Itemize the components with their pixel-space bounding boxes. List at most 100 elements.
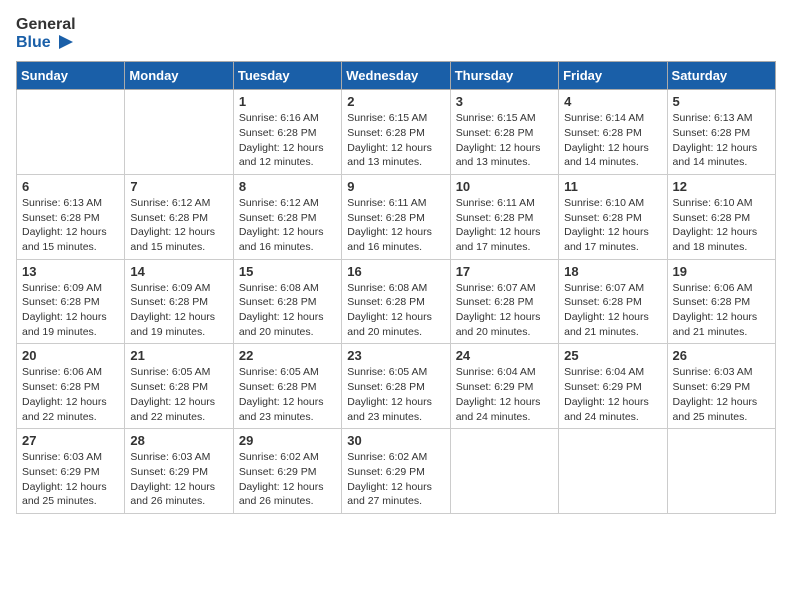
day-number: 9 [347,179,444,194]
calendar-cell: 26Sunrise: 6:03 AMSunset: 6:29 PMDayligh… [667,344,775,429]
day-number: 4 [564,94,661,109]
day-info: Sunrise: 6:04 AMSunset: 6:29 PMDaylight:… [456,365,553,424]
header: General Blue [16,16,776,51]
day-number: 28 [130,433,227,448]
day-info: Sunrise: 6:05 AMSunset: 6:28 PMDaylight:… [130,365,227,424]
day-info: Sunrise: 6:13 AMSunset: 6:28 PMDaylight:… [22,196,119,255]
calendar-cell: 13Sunrise: 6:09 AMSunset: 6:28 PMDayligh… [17,259,125,344]
day-number: 22 [239,348,336,363]
calendar-cell [125,90,233,175]
day-info: Sunrise: 6:02 AMSunset: 6:29 PMDaylight:… [239,450,336,509]
calendar-cell: 20 Sunrise: 6:06 AMSunset: 6:28 PMDayligh… [17,344,125,429]
calendar-cell: 19Sunrise: 6:06 AMSunset: 6:28 PMDayligh… [667,259,775,344]
calendar-week-row: 6 Sunrise: 6:13 AMSunset: 6:28 PMDaylight… [17,174,776,259]
calendar-cell [450,429,558,514]
day-info: Sunrise: 6:15 AMSunset: 6:28 PMDaylight:… [456,111,553,170]
day-number: 25 [564,348,661,363]
weekday-header-saturday: Saturday [667,62,775,90]
calendar-cell: 25 Sunrise: 6:04 AMSunset: 6:29 PMDayligh… [559,344,667,429]
day-info: Sunrise: 6:07 AMSunset: 6:28 PMDaylight:… [564,281,661,340]
day-number: 3 [456,94,553,109]
day-info: Sunrise: 6:11 AMSunset: 6:28 PMDaylight:… [347,196,444,255]
day-number: 1 [239,94,336,109]
day-number: 11 [564,179,661,194]
day-number: 18 [564,264,661,279]
day-number: 26 [673,348,770,363]
calendar-cell: 15 Sunrise: 6:08 AMSunset: 6:28 PMDayligh… [233,259,341,344]
day-info: Sunrise: 6:08 AMSunset: 6:28 PMDaylight:… [347,281,444,340]
day-number: 15 [239,264,336,279]
day-info: Sunrise: 6:07 AMSunset: 6:28 PMDaylight:… [456,281,553,340]
day-number: 24 [456,348,553,363]
day-info: Sunrise: 6:15 AMSunset: 6:28 PMDaylight:… [347,111,444,170]
day-number: 20 [22,348,119,363]
day-number: 19 [673,264,770,279]
day-number: 27 [22,433,119,448]
calendar-cell: 8 Sunrise: 6:12 AMSunset: 6:28 PMDaylight… [233,174,341,259]
weekday-header-thursday: Thursday [450,62,558,90]
day-info: Sunrise: 6:16 AMSunset: 6:28 PMDaylight:… [239,111,336,170]
day-number: 16 [347,264,444,279]
calendar-cell: 4 Sunrise: 6:14 AMSunset: 6:28 PMDaylight… [559,90,667,175]
day-info: Sunrise: 6:05 AMSunset: 6:28 PMDaylight:… [239,365,336,424]
day-info: Sunrise: 6:12 AMSunset: 6:28 PMDaylight:… [130,196,227,255]
logo-text: General Blue [16,16,76,51]
calendar-cell: 7 Sunrise: 6:12 AMSunset: 6:28 PMDaylight… [125,174,233,259]
day-number: 12 [673,179,770,194]
day-info: Sunrise: 6:03 AMSunset: 6:29 PMDaylight:… [130,450,227,509]
calendar-cell: 23 Sunrise: 6:05 AMSunset: 6:28 PMDayligh… [342,344,450,429]
day-number: 6 [22,179,119,194]
day-info: Sunrise: 6:14 AMSunset: 6:28 PMDaylight:… [564,111,661,170]
calendar-cell: 18 Sunrise: 6:07 AMSunset: 6:28 PMDayligh… [559,259,667,344]
calendar-cell: 11Sunrise: 6:10 AMSunset: 6:28 PMDayligh… [559,174,667,259]
day-number: 23 [347,348,444,363]
day-number: 2 [347,94,444,109]
calendar-week-row: 13Sunrise: 6:09 AMSunset: 6:28 PMDayligh… [17,259,776,344]
calendar-cell: 21 Sunrise: 6:05 AMSunset: 6:28 PMDayligh… [125,344,233,429]
day-number: 29 [239,433,336,448]
day-number: 14 [130,264,227,279]
day-info: Sunrise: 6:09 AMSunset: 6:28 PMDaylight:… [130,281,227,340]
calendar-cell: 3 Sunrise: 6:15 AMSunset: 6:28 PMDaylight… [450,90,558,175]
day-info: Sunrise: 6:03 AMSunset: 6:29 PMDaylight:… [22,450,119,509]
logo: General Blue [16,16,76,51]
weekday-header-wednesday: Wednesday [342,62,450,90]
day-info: Sunrise: 6:10 AMSunset: 6:28 PMDaylight:… [673,196,770,255]
day-number: 7 [130,179,227,194]
day-info: Sunrise: 6:11 AMSunset: 6:28 PMDaylight:… [456,196,553,255]
weekday-header-tuesday: Tuesday [233,62,341,90]
calendar-cell: 22 Sunrise: 6:05 AMSunset: 6:28 PMDayligh… [233,344,341,429]
day-info: Sunrise: 6:12 AMSunset: 6:28 PMDaylight:… [239,196,336,255]
calendar-week-row: 1 Sunrise: 6:16 AMSunset: 6:28 PMDaylight… [17,90,776,175]
calendar-cell: 28 Sunrise: 6:03 AMSunset: 6:29 PMDayligh… [125,429,233,514]
calendar-cell: 10 Sunrise: 6:11 AMSunset: 6:28 PMDayligh… [450,174,558,259]
calendar-cell: 1 Sunrise: 6:16 AMSunset: 6:28 PMDaylight… [233,90,341,175]
calendar-cell: 29 Sunrise: 6:02 AMSunset: 6:29 PMDayligh… [233,429,341,514]
calendar-cell [559,429,667,514]
calendar-week-row: 27 Sunrise: 6:03 AMSunset: 6:29 PMDayligh… [17,429,776,514]
day-number: 5 [673,94,770,109]
calendar-cell: 27 Sunrise: 6:03 AMSunset: 6:29 PMDayligh… [17,429,125,514]
day-number: 21 [130,348,227,363]
day-info: Sunrise: 6:05 AMSunset: 6:28 PMDaylight:… [347,365,444,424]
calendar-cell [667,429,775,514]
day-info: Sunrise: 6:02 AMSunset: 6:29 PMDaylight:… [347,450,444,509]
weekday-header-sunday: Sunday [17,62,125,90]
day-info: Sunrise: 6:04 AMSunset: 6:29 PMDaylight:… [564,365,661,424]
day-number: 10 [456,179,553,194]
calendar-cell: 30 Sunrise: 6:02 AMSunset: 6:29 PMDayligh… [342,429,450,514]
calendar-cell: 12 Sunrise: 6:10 AMSunset: 6:28 PMDayligh… [667,174,775,259]
weekday-header-row: SundayMondayTuesdayWednesdayThursdayFrid… [17,62,776,90]
calendar-cell: 16 Sunrise: 6:08 AMSunset: 6:28 PMDayligh… [342,259,450,344]
calendar-cell: 5 Sunrise: 6:13 AMSunset: 6:28 PMDaylight… [667,90,775,175]
calendar-cell: 6 Sunrise: 6:13 AMSunset: 6:28 PMDaylight… [17,174,125,259]
day-number: 8 [239,179,336,194]
day-number: 30 [347,433,444,448]
calendar-table: SundayMondayTuesdayWednesdayThursdayFrid… [16,61,776,514]
day-info: Sunrise: 6:06 AMSunset: 6:28 PMDaylight:… [22,365,119,424]
calendar-cell: 14 Sunrise: 6:09 AMSunset: 6:28 PMDayligh… [125,259,233,344]
weekday-header-friday: Friday [559,62,667,90]
calendar-cell: 24 Sunrise: 6:04 AMSunset: 6:29 PMDayligh… [450,344,558,429]
day-info: Sunrise: 6:13 AMSunset: 6:28 PMDaylight:… [673,111,770,170]
day-info: Sunrise: 6:08 AMSunset: 6:28 PMDaylight:… [239,281,336,340]
